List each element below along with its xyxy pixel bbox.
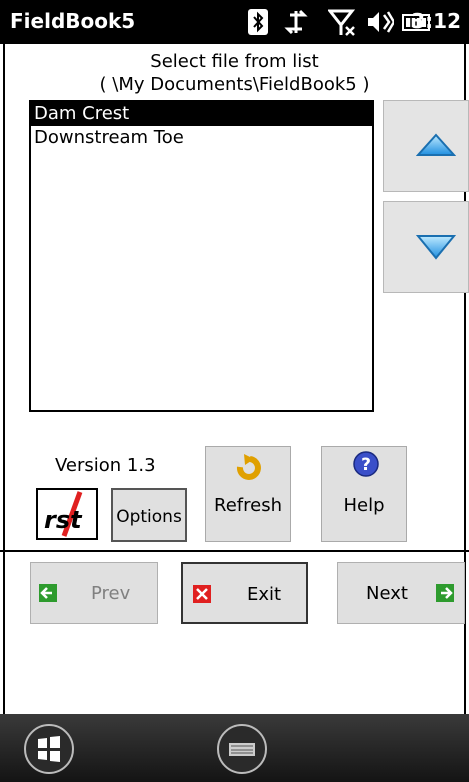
keyboard-button[interactable] (216, 723, 268, 775)
no-signal-icon (328, 9, 356, 36)
exit-button[interactable]: Exit (181, 562, 308, 624)
next-button[interactable]: Next (337, 562, 465, 624)
arrow-right-icon (436, 584, 454, 602)
bluetooth-icon (248, 9, 268, 35)
list-item[interactable]: Downstream Toe (31, 126, 372, 150)
prev-button[interactable]: Prev (30, 562, 158, 624)
sync-icon (284, 9, 308, 35)
version-label: Version 1.3 (55, 455, 156, 476)
app-title: FieldBook5 (10, 9, 136, 33)
clock: 3:12 (411, 9, 461, 33)
prompt-line-1: Select file from list (150, 51, 319, 72)
close-icon (193, 585, 211, 603)
status-bar: FieldBook5 3:12 (0, 0, 469, 44)
svg-text:?: ? (361, 455, 371, 475)
svg-text:rst: rst (44, 506, 83, 534)
next-label: Next (366, 583, 408, 604)
refresh-icon (236, 454, 261, 480)
refresh-button[interactable]: Refresh (205, 446, 291, 542)
scroll-down-button[interactable] (383, 201, 469, 293)
prev-label: Prev (91, 583, 131, 604)
scroll-up-button[interactable] (383, 100, 469, 192)
options-button[interactable]: Options (111, 488, 187, 542)
prompt-line-2: ( \My Documents\FieldBook5 ) (99, 74, 370, 95)
arrow-down-icon (416, 235, 456, 260)
rst-logo: rst (36, 488, 98, 540)
help-button[interactable]: ? Help (321, 446, 407, 542)
list-item[interactable]: Dam Crest (31, 102, 372, 126)
windows-start-button[interactable] (23, 723, 75, 775)
taskbar (0, 714, 469, 782)
arrow-left-icon (39, 584, 57, 602)
speaker-icon (368, 11, 394, 33)
arrow-up-icon (416, 133, 456, 156)
exit-label: Exit (247, 584, 282, 605)
help-icon: ? (353, 451, 379, 477)
refresh-label: Refresh (214, 495, 282, 516)
help-label: Help (343, 495, 385, 516)
file-list[interactable]: Dam Crest Downstream Toe (29, 100, 374, 412)
divider (0, 550, 469, 552)
